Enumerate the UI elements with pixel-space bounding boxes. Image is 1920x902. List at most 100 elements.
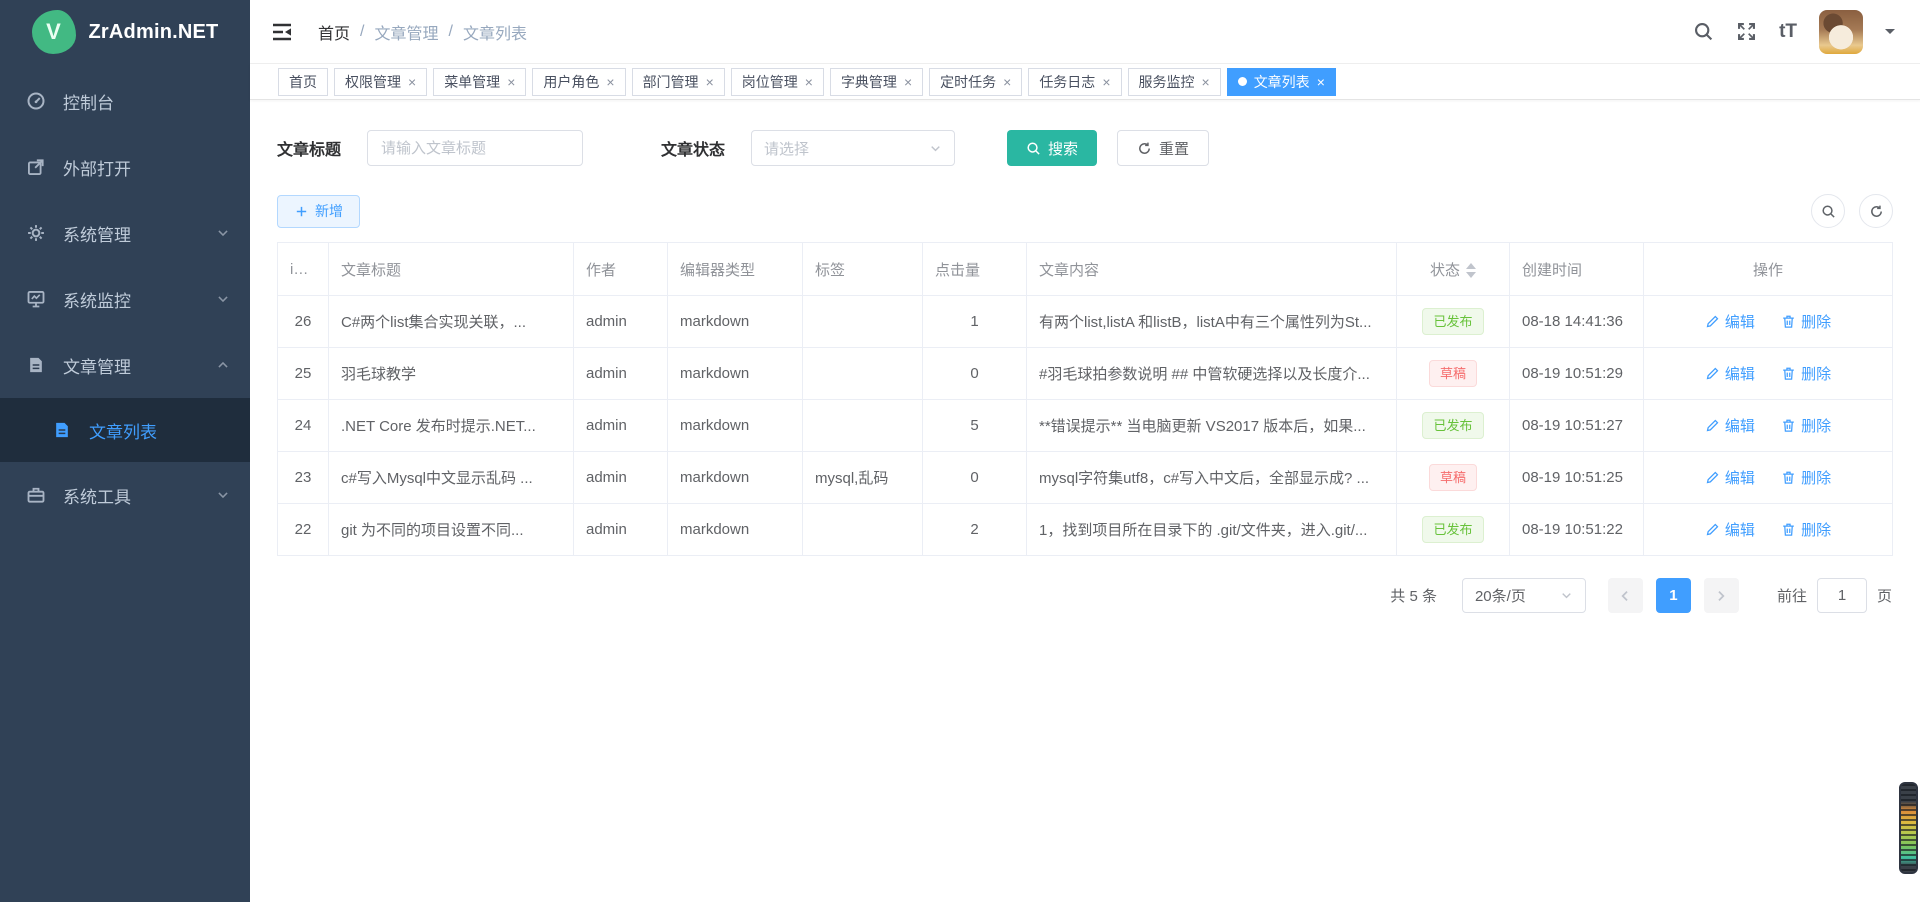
goto-page-input[interactable]: [1817, 578, 1867, 613]
sidebar-item-system-mgmt[interactable]: 系统管理: [0, 200, 250, 266]
tab-menu-mgmt[interactable]: 菜单管理×: [433, 68, 526, 96]
scrollbar-widget[interactable]: [1899, 782, 1918, 874]
prev-page-button[interactable]: [1608, 578, 1643, 613]
user-avatar[interactable]: [1819, 10, 1863, 54]
pencil-icon: [1705, 470, 1720, 485]
cell-author: admin: [574, 452, 668, 504]
tab-dept-mgmt[interactable]: 部门管理×: [632, 68, 725, 96]
sidebar-item-label: 系统管理: [63, 221, 131, 246]
close-icon[interactable]: ×: [408, 75, 416, 89]
tab-article-list[interactable]: 文章列表×: [1227, 68, 1336, 96]
delete-button[interactable]: 删除: [1781, 415, 1831, 436]
cell-actions: 编辑 删除: [1644, 452, 1893, 504]
page-number-button[interactable]: 1: [1656, 578, 1691, 613]
pencil-icon: [1705, 418, 1720, 433]
show-search-button[interactable]: [1811, 194, 1845, 228]
tab-post-mgmt[interactable]: 岗位管理×: [731, 68, 824, 96]
search-icon[interactable]: [1693, 21, 1714, 42]
table-row: 26 C#两个list集合实现关联，... admin markdown 1 有…: [278, 296, 1893, 348]
col-editor: 编辑器类型: [668, 243, 803, 296]
close-icon[interactable]: ×: [507, 75, 515, 89]
search-button[interactable]: 搜索: [1007, 130, 1097, 166]
breadcrumb-home[interactable]: 首页: [318, 20, 350, 44]
cell-content: 1，找到项目所在目录下的 .git/文件夹，进入.git/...: [1027, 504, 1397, 556]
cell-content: 有两个list,listA 和listB，listA中有三个属性列为St...: [1027, 296, 1397, 348]
sidebar-item-label: 系统工具: [63, 483, 131, 508]
close-icon[interactable]: ×: [1003, 75, 1011, 89]
trash-icon: [1781, 418, 1796, 433]
tab-user-role[interactable]: 用户角色×: [532, 68, 625, 96]
col-status[interactable]: 状态: [1397, 243, 1510, 296]
cell-created: 08-18 14:41:36: [1510, 296, 1644, 348]
font-size-icon[interactable]: tT: [1779, 22, 1797, 41]
cell-content: #羽毛球拍参数说明 ## 中管软硬选择以及长度介...: [1027, 348, 1397, 400]
cell-hits: 1: [923, 296, 1027, 348]
active-tab-dot: [1238, 77, 1247, 86]
tab-cron-job[interactable]: 定时任务×: [929, 68, 1022, 96]
status-badge: 已发布: [1422, 516, 1483, 543]
article-status-select[interactable]: 请选择: [751, 130, 955, 166]
edit-button[interactable]: 编辑: [1705, 415, 1755, 436]
sidebar-collapse-icon[interactable]: [270, 20, 294, 44]
sidebar-item-system-tools[interactable]: 系统工具: [0, 462, 250, 528]
goto-label: 前往: [1777, 585, 1807, 606]
add-button[interactable]: 新增: [277, 195, 360, 228]
sidebar-item-label: 文章列表: [89, 418, 157, 443]
close-icon[interactable]: ×: [1202, 75, 1210, 89]
cell-editor: markdown: [668, 504, 803, 556]
close-icon[interactable]: ×: [1102, 75, 1110, 89]
table-toolbar: 新增: [277, 194, 1893, 228]
cell-actions: 编辑 删除: [1644, 400, 1893, 452]
monitor-icon: [26, 289, 46, 309]
col-created: 创建时间: [1510, 243, 1644, 296]
close-icon[interactable]: ×: [1317, 75, 1325, 89]
tab-service-monitor[interactable]: 服务监控×: [1128, 68, 1221, 96]
close-icon[interactable]: ×: [805, 75, 813, 89]
cell-hits: 0: [923, 348, 1027, 400]
cell-author: admin: [574, 348, 668, 400]
col-tags: 标签: [803, 243, 923, 296]
tab-dict-mgmt[interactable]: 字典管理×: [830, 68, 923, 96]
tab-home[interactable]: 首页: [278, 68, 328, 96]
dashboard-icon: [26, 91, 46, 111]
cell-content: mysql字符集utf8，c#写入中文后，全部显示成? ...: [1027, 452, 1397, 504]
article-title-input[interactable]: [367, 130, 583, 166]
breadcrumb-section[interactable]: 文章管理: [374, 20, 438, 44]
edit-button[interactable]: 编辑: [1705, 363, 1755, 384]
tab-job-log[interactable]: 任务日志×: [1028, 68, 1121, 96]
total-count: 共 5 条: [1390, 585, 1437, 606]
sidebar-item-external-open[interactable]: 外部打开: [0, 134, 250, 200]
edit-button[interactable]: 编辑: [1705, 311, 1755, 332]
edit-button[interactable]: 编辑: [1705, 519, 1755, 540]
cell-status: 草稿: [1397, 452, 1510, 504]
sort-icon[interactable]: [1466, 263, 1476, 278]
sort-icon[interactable]: [308, 262, 318, 277]
next-page-button[interactable]: [1704, 578, 1739, 613]
fullscreen-icon[interactable]: [1736, 21, 1757, 42]
tab-permission[interactable]: 权限管理×: [334, 68, 427, 96]
refresh-icon: [1137, 141, 1152, 156]
close-icon[interactable]: ×: [706, 75, 714, 89]
app-logo[interactable]: V ZrAdmin.NET: [0, 0, 250, 64]
page-size-select[interactable]: 20条/页: [1462, 578, 1586, 613]
col-id[interactable]: id: [278, 243, 329, 296]
cell-title: 羽毛球教学: [329, 348, 574, 400]
delete-button[interactable]: 删除: [1781, 467, 1831, 488]
trash-icon: [1781, 314, 1796, 329]
close-icon[interactable]: ×: [606, 75, 614, 89]
delete-button[interactable]: 删除: [1781, 363, 1831, 384]
caret-down-icon[interactable]: [1885, 29, 1895, 39]
delete-button[interactable]: 删除: [1781, 519, 1831, 540]
sidebar-item-article-list[interactable]: 文章列表: [0, 398, 250, 462]
cell-tags: mysql,乱码: [803, 452, 923, 504]
sidebar-item-article-mgmt[interactable]: 文章管理: [0, 332, 250, 398]
delete-button[interactable]: 删除: [1781, 311, 1831, 332]
reset-button[interactable]: 重置: [1117, 130, 1209, 166]
sidebar-item-system-monitor[interactable]: 系统监控: [0, 266, 250, 332]
sidebar-item-dashboard[interactable]: 控制台: [0, 68, 250, 134]
edit-button[interactable]: 编辑: [1705, 467, 1755, 488]
refresh-table-button[interactable]: [1859, 194, 1893, 228]
cell-tags: [803, 296, 923, 348]
close-icon[interactable]: ×: [904, 75, 912, 89]
col-actions: 操作: [1644, 243, 1893, 296]
